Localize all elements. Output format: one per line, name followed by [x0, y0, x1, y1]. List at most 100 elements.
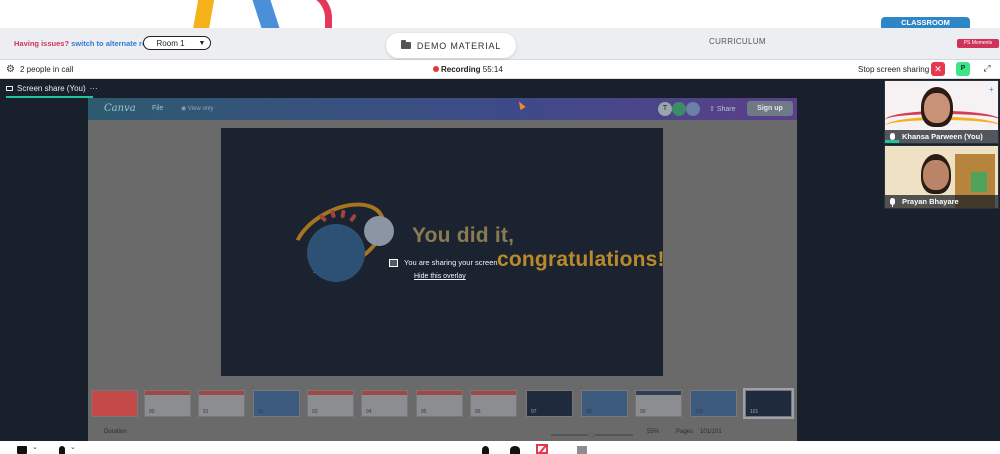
thumbnail-number: 95	[421, 409, 427, 415]
sharing-overlay-message: You are sharing your screen	[389, 258, 498, 267]
presentation-slide: You did it, congratulations!	[221, 128, 663, 376]
folder-icon	[400, 40, 411, 49]
participant-video	[923, 160, 949, 190]
page-count: 101/101	[700, 429, 722, 435]
slide-thumbnails: 90 91 92 93 94 95 96 97 98 99 100 101	[88, 388, 797, 419]
share-label: Share	[716, 106, 736, 113]
duration-button[interactable]: Duration	[104, 429, 127, 435]
issues-label: Having issues?	[14, 39, 70, 48]
thumbnail-number: 99	[640, 409, 646, 415]
thumbnail-number: 93	[312, 409, 318, 415]
slide-thumbnail[interactable]: 96	[470, 390, 517, 417]
slide-title-line1: You did it,	[412, 224, 515, 247]
ps-moments-button[interactable]: PS Moments	[957, 39, 999, 48]
room-select-value: Room 1	[156, 38, 185, 48]
recording-time: 55:14	[482, 65, 503, 74]
participant-name: Prayan Bhayare	[885, 195, 998, 208]
screen-share-tab[interactable]: Screen share (You) ···	[6, 84, 98, 93]
person-icon[interactable]	[482, 446, 489, 454]
curriculum-tab[interactable]: CURRICULUM	[709, 37, 766, 46]
slide-thumbnail[interactable]: 90	[144, 390, 191, 417]
mic-icon	[890, 133, 895, 142]
call-controls	[0, 441, 1000, 454]
slide-thumbnail-selected[interactable]: 101	[743, 388, 794, 419]
banner-decoration	[192, 0, 216, 28]
screen-share-tab-label: Screen share (You)	[17, 84, 86, 93]
slide-thumbnail[interactable]: 100	[690, 390, 737, 417]
canva-view-only: ◉ View only	[181, 105, 213, 112]
canva-logo: Canva	[104, 103, 136, 114]
active-tab-indicator	[6, 96, 93, 98]
avatar	[672, 102, 686, 116]
whiteboard-icon[interactable]	[577, 446, 587, 454]
thumbnail-number: 91	[203, 409, 209, 415]
background-object	[971, 172, 987, 192]
caret-down-icon: ▼	[198, 39, 206, 47]
canva-sign-up-button[interactable]: Sign up	[747, 101, 793, 116]
monitor-icon	[389, 258, 398, 267]
video-call-screen: { "topbar": { "issues_text": "Having iss…	[0, 0, 1000, 454]
canva-file-menu[interactable]: File	[152, 105, 163, 112]
chevron-down-icon[interactable]: ⌄	[32, 443, 38, 451]
thumbnail-number: 98	[586, 409, 592, 415]
slide-thumbnail[interactable]: 97	[526, 390, 573, 417]
participant-name: Khansa Parween (You)	[885, 130, 998, 143]
people-in-call[interactable]: 2 people in call	[20, 65, 73, 74]
record-dot-icon	[433, 66, 439, 72]
slide-thumbnail[interactable]	[91, 390, 138, 417]
banner-decoration	[298, 0, 332, 28]
recording-status: Recording 55:14	[441, 65, 503, 74]
zoom-slider-handle[interactable]	[588, 431, 595, 438]
more-options-icon[interactable]: ···	[90, 84, 98, 93]
eye-icon: ◉	[181, 106, 188, 112]
monitor-icon	[6, 86, 13, 91]
chevron-down-icon[interactable]: ⌄	[70, 443, 76, 451]
hide-overlay-link[interactable]: Hide this overlay	[414, 273, 466, 280]
slide-thumbnail[interactable]: 95	[416, 390, 463, 417]
avatar	[686, 102, 700, 116]
gear-icon[interactable]: ⚙	[6, 64, 15, 75]
sharing-overlay-text: You are sharing your screen	[404, 258, 498, 267]
brand-banner	[0, 0, 1000, 28]
recording-label: Recording	[441, 65, 481, 74]
expand-icon[interactable]: ⤢	[981, 62, 993, 74]
slide-thumbnail[interactable]: 99	[635, 390, 682, 417]
camera-icon[interactable]	[17, 446, 27, 454]
demo-material-label: DEMO MATERIAL	[416, 40, 502, 51]
participant-badge[interactable]: P	[956, 62, 970, 76]
slide-title-line2: congratulations!	[497, 248, 663, 271]
slide-thumbnail[interactable]: 91	[198, 390, 245, 417]
chat-icon[interactable]	[510, 446, 520, 454]
canva-header: Canva File ◉ View only T ⇧ Share Sign up	[88, 98, 797, 120]
pages-button[interactable]: Pages	[676, 429, 693, 435]
banner-decoration	[249, 0, 281, 28]
participant-video	[924, 93, 950, 123]
canva-share-button[interactable]: ⇧ Share	[709, 105, 736, 113]
stop-sharing-close-button[interactable]: ✕	[931, 62, 945, 76]
stop-screen-sharing-label: Stop screen sharing	[858, 65, 930, 74]
slide-thumbnail[interactable]: 93	[307, 390, 354, 417]
room-select[interactable]: Room 1 ▼	[143, 36, 211, 50]
speaking-indicator	[885, 140, 899, 143]
rays-illustration	[318, 209, 359, 224]
zoom-level: 55%	[647, 429, 660, 435]
shared-screen: Canva File ◉ View only T ⇧ Share Sign up	[88, 98, 797, 441]
avatar: T	[658, 102, 672, 116]
having-issues-text: Having issues? switch to alternate room	[14, 39, 158, 48]
slide-thumbnail[interactable]: 94	[361, 390, 408, 417]
slide-thumbnail[interactable]: 92	[253, 390, 300, 417]
mic-icon	[890, 198, 895, 207]
thumbnail-number: 96	[475, 409, 481, 415]
stop-share-icon[interactable]	[536, 444, 548, 454]
classroom-tab[interactable]: CLASSROOM	[881, 17, 970, 28]
mic-icon[interactable]	[59, 446, 65, 454]
participant-tile[interactable]: + Khansa Parween (You)	[884, 80, 999, 144]
plus-icon: +	[989, 85, 994, 94]
astronaut-illustration	[364, 216, 394, 246]
demo-material-button[interactable]: DEMO MATERIAL	[386, 33, 516, 58]
slide-thumbnail[interactable]: 98	[581, 390, 628, 417]
thumbnail-number: 94	[366, 409, 372, 415]
participant-tile[interactable]: Prayan Bhayare	[884, 145, 999, 209]
planet-illustration	[307, 224, 365, 282]
view-only-label: View only	[187, 106, 214, 112]
